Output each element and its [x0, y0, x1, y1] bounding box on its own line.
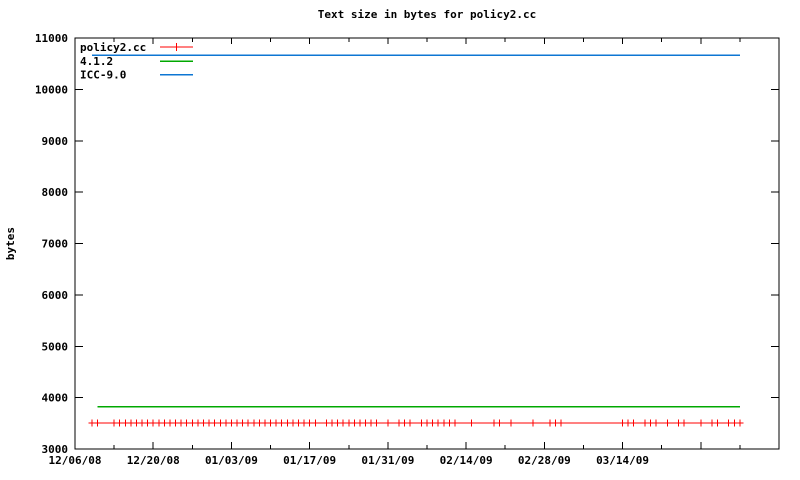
y-tick-label: 9000 [42, 135, 69, 148]
x-tick-label: 02/28/09 [518, 454, 571, 467]
y-tick-label: 7000 [42, 238, 69, 251]
y-tick-label: 6000 [42, 289, 69, 302]
y-tick-label: 11000 [35, 32, 68, 45]
x-tick-label: 03/14/09 [596, 454, 649, 467]
x-tick-label: 01/31/09 [361, 454, 414, 467]
chart-container: Text size in bytes for policy2.cc bytes 30… [0, 0, 800, 480]
x-tick-label: 12/20/08 [127, 454, 180, 467]
x-tick-label: 12/06/08 [49, 454, 102, 467]
y-tick-label: 8000 [42, 186, 69, 199]
chart-title: Text size in bytes for policy2.cc [318, 8, 537, 21]
y-tick-label: 4000 [42, 392, 69, 405]
x-tick-label: 01/03/09 [205, 454, 258, 467]
x-tick-label: 01/17/09 [283, 454, 336, 467]
legend-label: ICC-9.0 [80, 69, 126, 82]
x-tick-label: 02/14/09 [440, 454, 493, 467]
plot-area: Text size in bytes for policy2.ccbytes30… [4, 8, 780, 467]
y-axis-label: bytes [4, 227, 17, 260]
legend-label: policy2.cc [80, 41, 146, 54]
y-tick-label: 10000 [35, 83, 68, 96]
legend-label: 4.1.2 [80, 55, 113, 68]
legend-sample-marker [172, 43, 181, 51]
plot-border [74, 37, 780, 450]
y-tick-label: 5000 [42, 340, 69, 353]
